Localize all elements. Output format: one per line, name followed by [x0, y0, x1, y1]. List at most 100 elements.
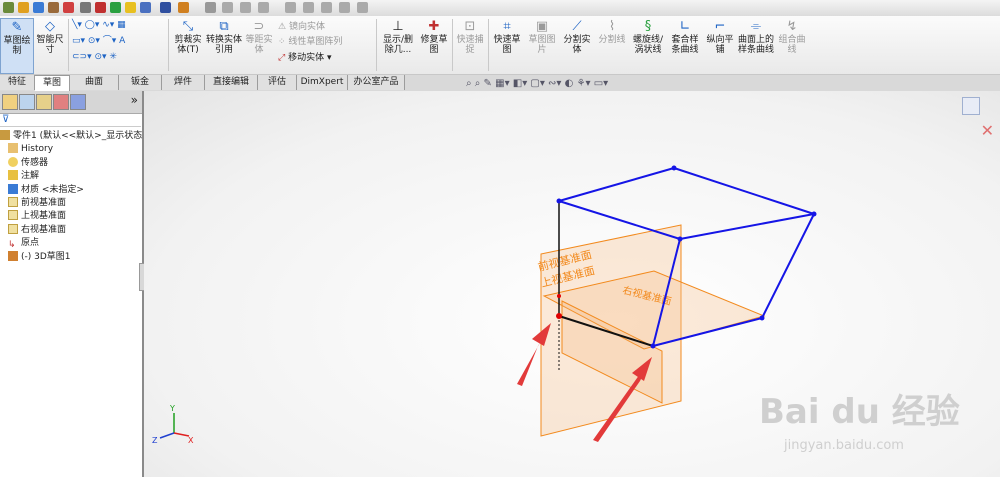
linear-pattern-button[interactable]: ⁘ 线性草图阵列: [278, 37, 342, 48]
repair-sketch-button[interactable]: ✚ 修复草图: [418, 18, 450, 56]
config-tab-icon[interactable]: [36, 94, 52, 110]
graphics-area[interactable]: ⌕ ⌕ ✎ ▦▾ ◧▾ ▢▾ ∾▾ ◐ ⚘▾ ▭▾ ✕ 前视基准面 上视基准面 …: [144, 78, 1000, 477]
split-line-button[interactable]: ⌇ 分割线: [596, 18, 628, 46]
plane-tool-icon: ⌐: [714, 19, 726, 34]
tree-item-sensors[interactable]: 传感器: [0, 156, 142, 170]
curves-icon[interactable]: [178, 2, 189, 13]
sketch-button[interactable]: ✎ 草图绘制: [0, 18, 34, 74]
tree-item-origin[interactable]: ↳ 原点: [0, 237, 142, 250]
sketch-tool-icon[interactable]: [18, 2, 29, 13]
knit-icon[interactable]: [321, 2, 332, 13]
pencil-icon: ✎: [11, 20, 23, 35]
tab-weldments[interactable]: 焊件: [162, 75, 205, 90]
line-tool[interactable]: ╲▾ ◯▾ ∿▾ ▦: [72, 20, 126, 31]
rectangle-tool[interactable]: ▭▾ ⊙▾ ⌒▾ A: [72, 36, 125, 47]
tree-item-top-plane[interactable]: 上视基准面: [0, 210, 142, 223]
fillet-icon[interactable]: [95, 2, 106, 13]
feature-tree: 零件1 (默认<<默认>_显示状态 History 传感器 注解 材质 <未指定…: [0, 130, 142, 264]
helix-button[interactable]: § 螺旋线/涡状线: [630, 18, 666, 56]
tree-item-part[interactable]: 零件1 (默认<<默认>_显示状态: [0, 130, 142, 143]
triad-x-label: X: [188, 436, 194, 445]
rapid-sketch-label: 快速草图: [493, 35, 521, 55]
move-label: 移动实体: [288, 53, 325, 63]
tab-office[interactable]: 办公室产品: [348, 75, 405, 90]
filter-icon: ⊽: [2, 114, 10, 125]
tab-sheet-metal[interactable]: 钣金: [119, 75, 162, 90]
plane-icon: [8, 223, 18, 234]
plane-icon: [8, 210, 18, 221]
thicken-icon[interactable]: [339, 2, 350, 13]
tree-item-label: 右视基准面: [21, 224, 67, 235]
picture-icon: ▣: [535, 19, 549, 34]
heads-up-view-toolbar[interactable]: ⌕ ⌕ ✎ ▦▾ ◧▾ ▢▾ ∾▾ ◐ ⚘▾ ▭▾: [466, 78, 608, 89]
surface-spline-icon: ⌯: [750, 19, 762, 34]
tab-direct-edit[interactable]: 直接编辑: [205, 75, 258, 90]
tab-dimxpert[interactable]: DimXpert: [297, 75, 348, 90]
cut-icon[interactable]: [357, 2, 368, 13]
composite-curve-button[interactable]: ↯ 组合曲线: [776, 18, 808, 56]
command-manager: ✎ 草图绘制 ◇ 智能尺寸 ╲▾ ◯▾ ∿▾ ▦ ▭▾ ⊙▾ ⌒▾ A ⊂⊃▾ …: [0, 16, 1000, 75]
convert-entities-button[interactable]: ⧉ 转换实体引用: [206, 18, 242, 56]
fit-icon[interactable]: [285, 2, 296, 13]
vertical-plane-button[interactable]: ⌐ 纵向平铺: [704, 18, 736, 56]
shell-icon[interactable]: [110, 2, 121, 13]
tab-surfaces[interactable]: 曲面: [70, 75, 119, 90]
part-icon[interactable]: [3, 2, 14, 13]
quick-snaps-button[interactable]: ⊡ 快速捕捉: [454, 18, 486, 56]
triad-y-label: Y: [169, 404, 175, 413]
composite-icon: ↯: [786, 19, 798, 34]
trim-label: 剪裁实体(T): [174, 35, 202, 55]
instant3d-icon[interactable]: [240, 2, 251, 13]
smart-dimension-button[interactable]: ◇ 智能尺寸: [34, 18, 66, 56]
rib-icon[interactable]: [125, 2, 136, 13]
mirror-entities-button[interactable]: ⚠ 镜向实体: [278, 22, 325, 33]
draft-icon[interactable]: [140, 2, 151, 13]
mold-icon[interactable]: [205, 2, 216, 13]
extrude-icon[interactable]: [33, 2, 44, 13]
sketch-picture-button[interactable]: ▣ 草图图片: [526, 18, 558, 56]
tree-item-label: 上视基准面: [21, 211, 67, 222]
rapid-sketch-button[interactable]: ⌗ 快速草图: [490, 18, 524, 56]
spline-tool-icon[interactable]: [258, 2, 269, 13]
tree-item-right-plane[interactable]: 右视基准面: [0, 223, 142, 237]
annotation-icon: [8, 170, 18, 181]
expand-panel-icon[interactable]: »: [131, 93, 138, 107]
slot-tool[interactable]: ⊂⊃▾ ⊙▾ ✳: [72, 52, 117, 63]
move-entities-button[interactable]: ⤢ 移动实体 ▾: [278, 53, 331, 64]
boundary-icon[interactable]: [303, 2, 314, 13]
plane-icon: [8, 196, 18, 207]
split-entities-button[interactable]: ⟋ 分割实体: [560, 18, 594, 56]
tree-item-annotations[interactable]: 注解: [0, 170, 142, 183]
divider: [168, 19, 169, 71]
panel-tabs: »: [0, 91, 142, 114]
dimension-icon: ◇: [45, 19, 55, 34]
tree-filter[interactable]: ⊽: [0, 114, 141, 127]
loft-icon[interactable]: [80, 2, 91, 13]
show-delete-relations-button[interactable]: ⊥ 显示/删除几...: [380, 18, 416, 56]
origin-point[interactable]: [556, 313, 562, 319]
tab-evaluate[interactable]: 评估: [258, 75, 297, 90]
display-tab-icon[interactable]: [70, 94, 86, 110]
weld-icon[interactable]: [222, 2, 233, 13]
tree-item-front-plane[interactable]: 前视基准面: [0, 196, 142, 210]
model-view: 前视基准面 上视基准面 右视基准面 Y X Z Bai du 经验 jingya…: [152, 165, 960, 453]
tab-sketch[interactable]: 草图: [35, 75, 70, 92]
tab-features[interactable]: 特征: [0, 75, 35, 90]
tree-item-label: History: [21, 144, 54, 155]
origin-y-marker: [557, 294, 561, 298]
sweep-icon[interactable]: [63, 2, 74, 13]
fit-spline-label: 套合样条曲线: [671, 35, 699, 55]
fit-spline-button[interactable]: ∟ 套合样条曲线: [668, 18, 702, 56]
tree-item-history[interactable]: History: [0, 143, 142, 156]
part-icon: [0, 130, 10, 140]
property-tab-icon[interactable]: [19, 94, 35, 110]
ref-geometry-icon[interactable]: [160, 2, 171, 13]
surface-spline-button[interactable]: ⌯ 曲面上的样条曲线: [738, 18, 774, 56]
revolve-icon[interactable]: [48, 2, 59, 13]
feature-tree-tab-icon[interactable]: [2, 94, 18, 110]
tree-item-3d-sketch[interactable]: (-) 3D草图1: [0, 250, 142, 264]
trim-entities-button[interactable]: ⤡ 剪裁实体(T): [172, 18, 204, 56]
dimxpert-tab-icon[interactable]: [53, 94, 69, 110]
offset-entities-button[interactable]: ⊃ 等距实体: [244, 18, 274, 56]
tree-item-material[interactable]: 材质 <未指定>: [0, 183, 142, 197]
